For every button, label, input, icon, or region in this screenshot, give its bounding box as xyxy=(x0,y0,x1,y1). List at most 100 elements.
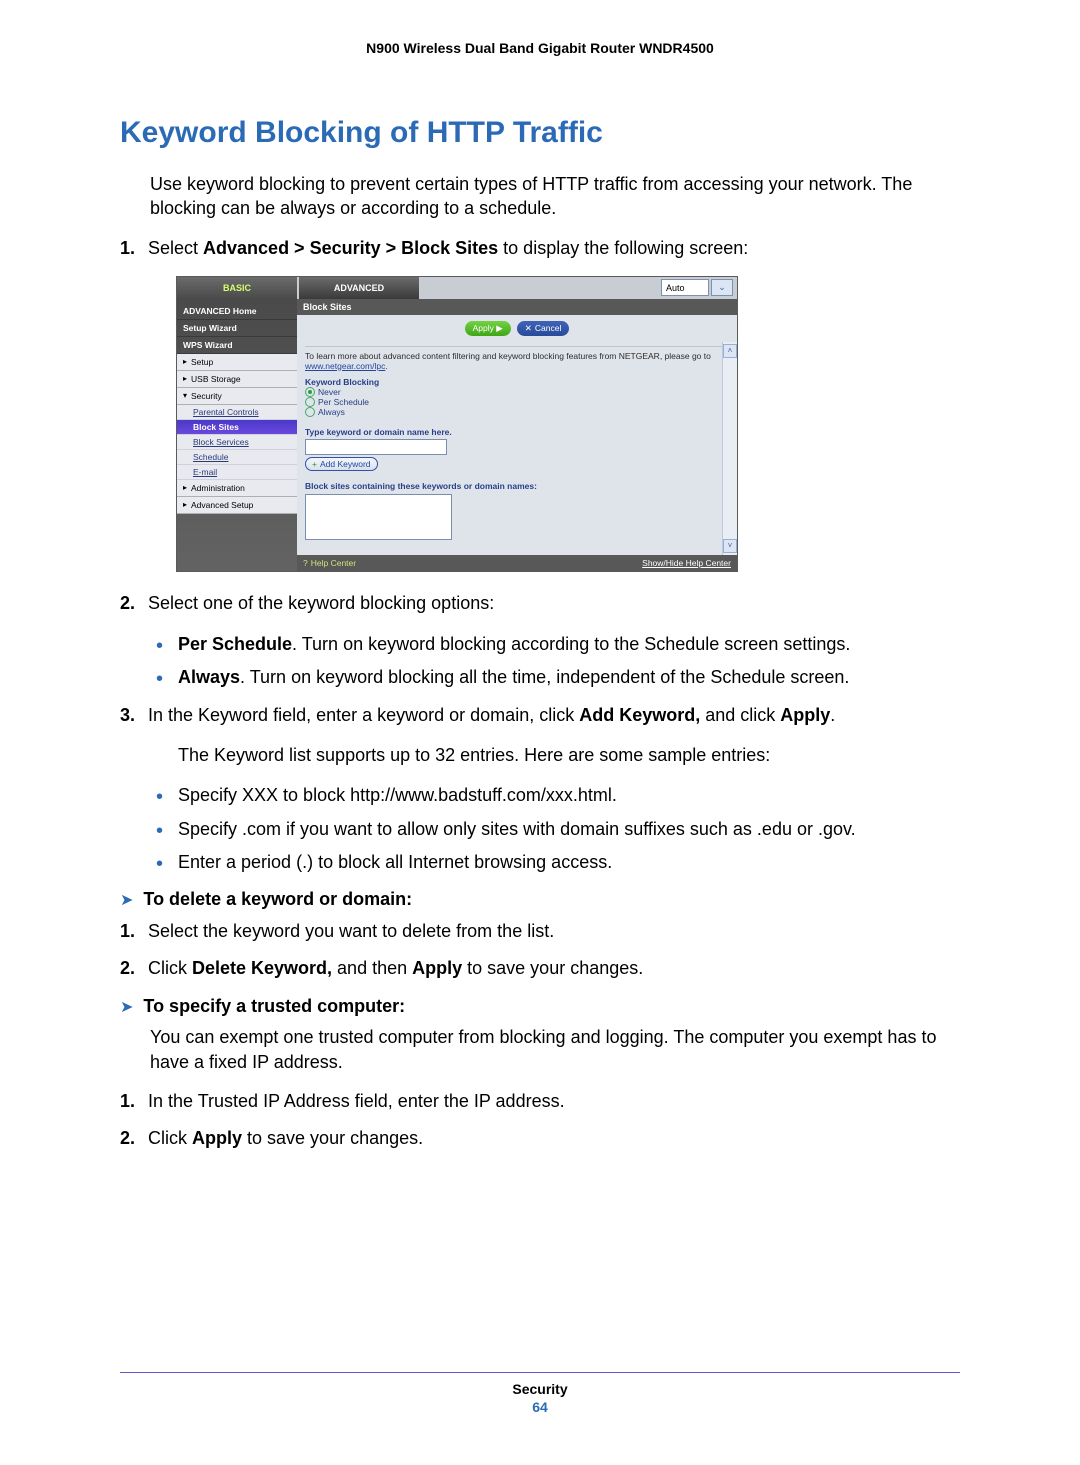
step-number: 3. xyxy=(120,702,148,729)
sidebar-item-wps-wizard[interactable]: WPS Wizard xyxy=(177,337,297,354)
footer-section: Security xyxy=(512,1381,567,1397)
step-number: 1. xyxy=(120,1088,148,1115)
bullet-bold: Per Schedule xyxy=(178,634,292,654)
radio-per-schedule[interactable]: Per Schedule xyxy=(305,397,729,407)
help-icon: ? xyxy=(303,558,308,568)
scrollbar[interactable]: ˄ ˅ xyxy=(722,342,737,555)
delete-step-1: 1. Select the keyword you want to delete… xyxy=(120,918,960,945)
step-list-3: 3. In the Keyword field, enter a keyword… xyxy=(120,702,960,729)
tab-advanced[interactable]: ADVANCED xyxy=(299,277,419,299)
cancel-button[interactable]: ✕Cancel xyxy=(517,321,570,336)
hint-link[interactable]: www.netgear.com/lpc xyxy=(305,361,385,371)
trusted-heading-row: ➤ To specify a trusted computer: xyxy=(120,996,960,1017)
sidebar-item-usb-storage[interactable]: ▸USB Storage xyxy=(177,371,297,388)
bullet-bold: Always xyxy=(178,667,240,687)
trusted-heading: To specify a trusted computer: xyxy=(143,996,405,1017)
trusted-intro: You can exempt one trusted computer from… xyxy=(150,1025,960,1074)
sidebar-item-setup[interactable]: ▸ Setup xyxy=(177,354,297,371)
trusted-step-2: 2. Click Apply to save your changes. xyxy=(120,1125,960,1152)
radio-label: Per Schedule xyxy=(318,397,369,407)
scroll-up-icon[interactable]: ˄ xyxy=(723,344,737,358)
sample-1: Specify XXX to block http://www.badstuff… xyxy=(156,782,960,810)
sidebar-item-setup-wizard[interactable]: Setup Wizard xyxy=(177,320,297,337)
step2-bullets: Per Schedule . Turn on keyword blocking a… xyxy=(120,631,960,693)
t: and click xyxy=(700,705,780,725)
step-1: 1. Select Advanced > Security > Block Si… xyxy=(120,235,960,262)
radio-always[interactable]: Always xyxy=(305,407,729,417)
step-text: Select the keyword you want to delete fr… xyxy=(148,918,960,945)
delete-step-2: 2. Click Delete Keyword, and then Apply … xyxy=(120,955,960,982)
radio-icon xyxy=(305,387,315,397)
help-footer: ?Help Center Show/Hide Help Center xyxy=(297,555,737,571)
sidebar-item-security[interactable]: ▾ Security xyxy=(177,388,297,405)
tab-basic[interactable]: BASIC xyxy=(177,277,297,299)
caret-right-icon: ▸ xyxy=(183,357,187,366)
content-area: To learn more about advanced content fil… xyxy=(297,342,737,555)
caret-down-icon: ▾ xyxy=(183,391,187,400)
show-hide-help-link[interactable]: Show/Hide Help Center xyxy=(642,558,731,568)
sidebar-item-advanced-home[interactable]: ADVANCED Home xyxy=(177,303,297,320)
t: Click xyxy=(148,1128,192,1148)
help-label: Help Center xyxy=(311,558,356,568)
t: Click xyxy=(148,958,192,978)
caret-right-icon: ▸ xyxy=(183,500,187,509)
step1-nav-path: Advanced > Security > Block Sites xyxy=(203,238,498,258)
radio-icon xyxy=(305,407,315,417)
radio-icon xyxy=(305,397,315,407)
footer-page-number: 64 xyxy=(120,1399,960,1415)
label: Security xyxy=(191,391,222,401)
t: and then xyxy=(332,958,412,978)
sidebar-sub-block-services[interactable]: Block Services xyxy=(177,435,297,450)
hint-text: To learn more about advanced content fil… xyxy=(305,346,729,371)
step-number: 1. xyxy=(120,918,148,945)
step-text: Click Apply to save your changes. xyxy=(148,1125,960,1152)
block-list-label: Block sites containing these keywords or… xyxy=(305,481,729,491)
step-list-2: 2. Select one of the keyword blocking op… xyxy=(120,590,960,617)
sidebar-item-administration[interactable]: ▸Administration xyxy=(177,480,297,497)
screenshot-body: ADVANCED Home Setup Wizard WPS Wizard ▸ S… xyxy=(177,299,737,571)
intro-paragraph: Use keyword blocking to prevent certain … xyxy=(150,172,960,221)
chevron-down-icon[interactable]: ⌄ xyxy=(711,279,733,296)
delete-heading-row: ➤ To delete a keyword or domain: xyxy=(120,889,960,910)
add-keyword-button[interactable]: +Add Keyword xyxy=(305,457,378,471)
label: Advanced Setup xyxy=(191,500,253,510)
embedded-screenshot: BASIC ADVANCED Auto ⌄ ADVANCED Home Setu… xyxy=(176,276,738,572)
step-number: 2. xyxy=(120,955,148,982)
step-number: 2. xyxy=(120,1125,148,1152)
sample-bullets: Specify XXX to block http://www.badstuff… xyxy=(120,782,960,878)
footer: Security 64 xyxy=(120,1381,960,1415)
sidebar-sub-email[interactable]: E-mail xyxy=(177,465,297,480)
after-step3-text: The Keyword list supports up to 32 entri… xyxy=(178,743,960,767)
action-bar: Apply ▶ ✕Cancel xyxy=(297,315,737,342)
delete-heading: To delete a keyword or domain: xyxy=(143,889,412,910)
keyword-input[interactable] xyxy=(305,439,447,455)
t: Apply xyxy=(412,958,462,978)
t: . xyxy=(830,705,835,725)
apply-button[interactable]: Apply ▶ xyxy=(465,321,511,336)
block-list-box[interactable] xyxy=(305,494,452,540)
step-text: In the Trusted IP Address field, enter t… xyxy=(148,1088,960,1115)
scroll-down-icon[interactable]: ˅ xyxy=(723,539,737,553)
radio-label: Never xyxy=(318,387,341,397)
plus-icon: + xyxy=(312,459,317,469)
sidebar-item-advanced-setup[interactable]: ▸ Advanced Setup xyxy=(177,497,297,514)
bullet-text: . Turn on keyword blocking all the time,… xyxy=(240,667,849,687)
step-number: 1. xyxy=(120,235,148,262)
step1-post: to display the following screen: xyxy=(498,238,748,258)
sidebar-sub-parental-controls[interactable]: Parental Controls xyxy=(177,405,297,420)
label: Setup xyxy=(191,357,213,367)
page: N900 Wireless Dual Band Gigabit Router W… xyxy=(0,0,1080,1465)
t: Delete Keyword, xyxy=(192,958,332,978)
caret-right-icon: ▸ xyxy=(183,374,187,383)
radio-never[interactable]: Never xyxy=(305,387,729,397)
bullet-always: Always. Turn on keyword blocking all the… xyxy=(156,664,960,692)
step-list-1: 1. Select Advanced > Security > Block Si… xyxy=(120,235,960,262)
auto-dropdown-label: Auto xyxy=(661,279,709,296)
sidebar-sub-schedule[interactable]: Schedule xyxy=(177,450,297,465)
auto-dropdown[interactable]: Auto ⌄ xyxy=(661,277,737,299)
sidebar-sub-block-sites[interactable]: Block Sites xyxy=(177,420,297,435)
t: In the Keyword field, enter a keyword or… xyxy=(148,705,579,725)
t: to save your changes. xyxy=(242,1128,423,1148)
help-center-button[interactable]: ?Help Center xyxy=(303,558,356,568)
trusted-steps: 1. In the Trusted IP Address field, ente… xyxy=(120,1088,960,1152)
